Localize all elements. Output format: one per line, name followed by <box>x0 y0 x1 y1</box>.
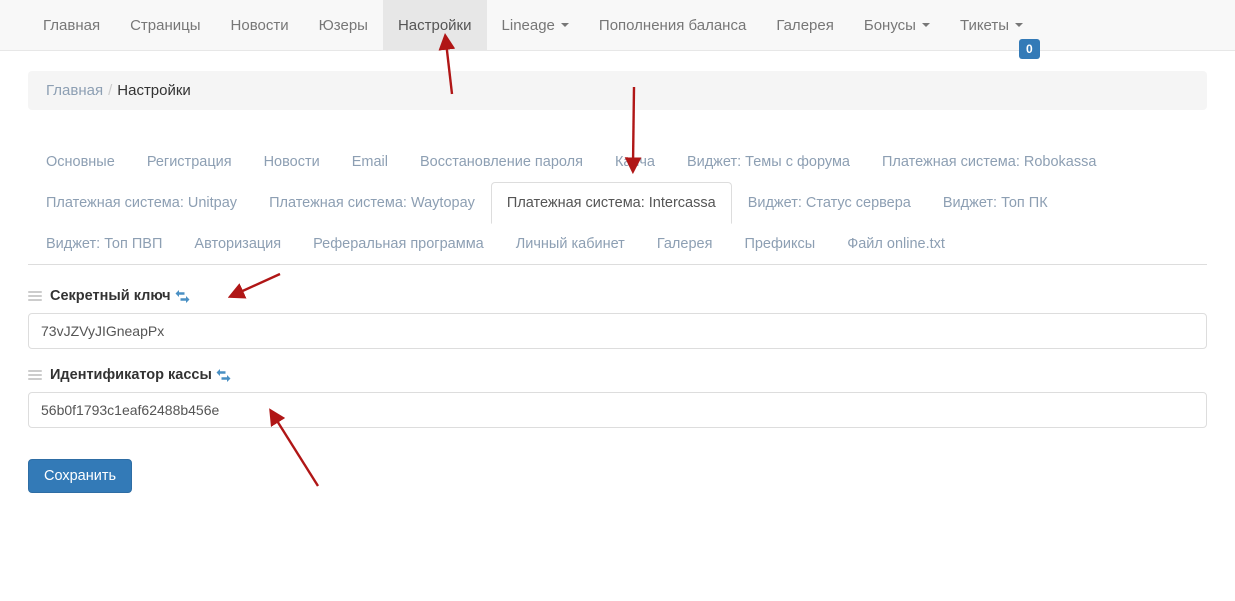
nav-item-1[interactable]: Страницы <box>115 0 215 50</box>
tab-label: Платежная система: Unitpay <box>46 195 238 211</box>
tab-label: Капча <box>614 154 655 170</box>
tab-label: Реферальная программа <box>313 236 484 252</box>
nav-item-7[interactable]: Галерея <box>761 0 849 50</box>
cashbox-id-input[interactable] <box>28 392 1207 428</box>
form-group-secret-key: Секретный ключ <box>28 287 1207 349</box>
tickets-count-badge: 0 <box>1019 39 1040 59</box>
nav-item-label: Тикеты <box>959 16 1010 34</box>
tab-label: Личный кабинет <box>515 236 625 252</box>
tab-14[interactable]: Авторизация <box>178 223 297 265</box>
breadcrumb-link-home[interactable]: Главная <box>46 82 103 99</box>
tab-label: Виджет: Топ ПВП <box>46 236 163 252</box>
nav-item-5[interactable]: Lineage <box>487 0 584 50</box>
tab-18[interactable]: Префиксы <box>728 223 831 265</box>
nav-item-label: Пополнения баланса <box>598 16 747 34</box>
nav-item-4[interactable]: Настройки <box>382 0 487 50</box>
nav-item-label: Настройки <box>397 16 472 34</box>
secret-key-input[interactable] <box>28 313 1207 349</box>
tab-15[interactable]: Реферальная программа <box>297 223 500 265</box>
breadcrumb-current: Настройки <box>117 82 191 99</box>
cashbox-id-label: Идентификатор кассы <box>50 367 212 383</box>
drag-handle-icon[interactable] <box>28 291 42 301</box>
top-navbar: Главная Страницы Новости Юзеры Настройки Line… <box>0 0 1235 51</box>
save-button[interactable]: Сохранить <box>28 459 133 493</box>
swap-arrows-icon[interactable] <box>174 289 191 304</box>
tab-label: Основные <box>46 154 115 170</box>
nav-item-label: Страницы <box>130 16 201 34</box>
cashbox-id-label-row: Идентификатор кассы <box>28 366 1207 384</box>
tab-label: Виджет: Топ ПК <box>942 195 1048 211</box>
nav-item-label: Главная <box>43 16 101 34</box>
chevron-down-icon <box>1015 23 1024 27</box>
nav-item-label: Бонусы <box>863 16 916 34</box>
settings-tabs: Основные Регистрация Новости Email Восстанов… <box>28 141 1207 265</box>
tab-17[interactable]: Галерея <box>641 223 729 265</box>
tab-7[interactable]: Платежная система: Robokassa <box>866 141 1112 183</box>
secret-key-label: Секретный ключ <box>50 288 171 304</box>
tab-label: Восстановление пароля <box>419 154 583 170</box>
tab-label: Галерея <box>656 236 713 252</box>
nav-item-label: Галерея <box>776 16 834 34</box>
page-container: Главная / Настройки Основные Регистрация Нов… <box>28 51 1207 493</box>
tab-label: Файл online.txt <box>847 236 945 252</box>
nav-item-2[interactable]: Новости <box>216 0 304 50</box>
navbar-items: Главная Страницы Новости Юзеры Настройки Line… <box>28 0 1038 50</box>
drag-handle-icon[interactable] <box>28 370 42 380</box>
form-group-cashbox-id: Идентификатор кассы <box>28 366 1207 428</box>
breadcrumb-separator: / <box>108 82 113 99</box>
breadcrumb: Главная / Настройки <box>28 71 1207 110</box>
nav-item-label: Юзеры <box>318 16 368 34</box>
chevron-down-icon <box>560 23 569 27</box>
tab-label: Префиксы <box>744 236 816 252</box>
settings-form: Секретный ключ Идентификатор кассы <box>28 287 1207 493</box>
nav-item-6[interactable]: Пополнения баланса <box>584 0 761 50</box>
swap-arrows-icon[interactable] <box>215 368 232 383</box>
nav-item-0[interactable]: Главная <box>28 0 115 50</box>
nav-item-label: Новости <box>230 16 289 34</box>
tab-label: Регистрация <box>146 154 232 170</box>
tab-label: Платежная система: Robokassa <box>882 154 1097 170</box>
tab-13[interactable]: Виджет: Топ ПВП <box>30 223 178 265</box>
tab-4[interactable]: Восстановление пароля <box>404 141 599 183</box>
tab-12[interactable]: Виджет: Топ ПК <box>927 182 1064 224</box>
tab-label: Платежная система: Intercassa <box>506 195 716 211</box>
tab-0[interactable]: Основные <box>30 141 131 183</box>
secret-key-label-row: Секретный ключ <box>28 287 1207 305</box>
nav-item-8[interactable]: Бонусы <box>849 0 945 50</box>
nav-item-3[interactable]: Юзеры <box>304 0 383 50</box>
tab-9[interactable]: Платежная система: Waytopay <box>253 182 491 224</box>
tab-label: Новости <box>263 154 320 170</box>
tab-16[interactable]: Личный кабинет <box>500 223 641 265</box>
tab-10: Платежная система: Intercassa <box>490 182 732 224</box>
nav-item-label: Lineage <box>501 16 555 34</box>
tab-2[interactable]: Новости <box>248 141 336 183</box>
chevron-down-icon <box>921 23 930 27</box>
tab-label: Виджет: Статус сервера <box>747 195 911 211</box>
tab-1[interactable]: Регистрация <box>131 141 248 183</box>
tab-5[interactable]: Капча <box>599 141 671 183</box>
tab-label: Платежная система: Waytopay <box>269 195 475 211</box>
tab-label: Авторизация <box>194 236 282 252</box>
tab-6[interactable]: Виджет: Темы с форума <box>671 141 866 183</box>
tab-8[interactable]: Платежная система: Unitpay <box>30 182 253 224</box>
tab-19[interactable]: Файл online.txt <box>831 223 961 265</box>
tab-label: Виджет: Темы с форума <box>686 154 850 170</box>
tab-3[interactable]: Email <box>336 141 404 183</box>
tab-11[interactable]: Виджет: Статус сервера <box>732 182 927 224</box>
tab-label: Email <box>351 154 388 170</box>
